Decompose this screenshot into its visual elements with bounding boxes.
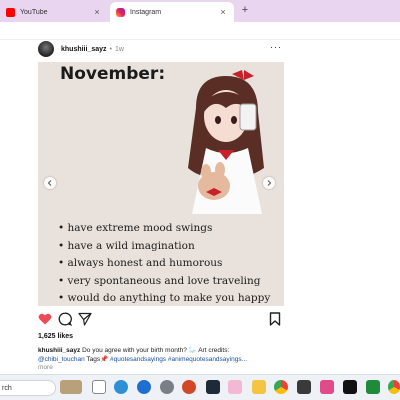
post-username[interactable]: khushiii_sayz (61, 46, 107, 53)
tab-label: Instagram (130, 8, 162, 16)
image-bullet-list: have extreme mood swings have a wild ima… (58, 220, 271, 306)
youtube-icon (6, 7, 15, 17)
likes-count[interactable]: 1,625 likes (38, 333, 73, 340)
game-icon[interactable] (228, 380, 242, 394)
share-icon[interactable] (78, 312, 92, 326)
app-icon[interactable] (206, 380, 220, 394)
tab-instagram[interactable]: Instagram × (110, 2, 234, 22)
new-tab-button[interactable]: + (238, 4, 252, 16)
task-view-icon[interactable] (92, 380, 106, 394)
instagram-icon (116, 7, 125, 17)
close-tab-icon[interactable]: × (218, 7, 228, 17)
address-bar-area (0, 22, 400, 40)
taskbar-search-label: rch (2, 384, 12, 392)
post-age[interactable]: 1w (115, 46, 124, 53)
bullet-item: have extreme mood swings (58, 220, 270, 238)
caption-mention[interactable]: @chibi_touchan (38, 356, 85, 363)
bullet-item: would do anything to make you happy (58, 290, 271, 306)
save-bookmark-icon[interactable] (268, 312, 282, 326)
chrome-icon[interactable] (274, 380, 288, 394)
like-heart-icon[interactable] (38, 312, 52, 326)
movie-icon[interactable] (320, 380, 334, 394)
taskbar-search[interactable]: rch (0, 380, 56, 396)
caption-text: Do you agree with your birth month? 🦢 Ar… (80, 347, 230, 354)
comment-icon[interactable] (58, 312, 72, 326)
carousel-next-button[interactable] (263, 177, 275, 189)
edge-icon[interactable] (137, 380, 151, 394)
bullet-item: very spontaneous and love traveling (58, 273, 270, 291)
tiktok-icon[interactable] (343, 380, 357, 394)
browser-tab-bar: YouTube × Instagram × + (0, 0, 400, 22)
chrome-profile-icon[interactable] (388, 380, 400, 394)
image-title: November: (60, 64, 166, 84)
carousel-prev-button[interactable] (44, 177, 56, 189)
avatar[interactable] (38, 41, 54, 57)
caption-more-link[interactable]: more (38, 364, 53, 371)
caption-tags-label: Tags📌 (84, 356, 111, 363)
powerpoint-icon[interactable] (182, 380, 196, 394)
more-options-icon[interactable]: ··· (270, 42, 282, 52)
taskbar: rch (0, 374, 400, 400)
anime-girl-illustration (188, 70, 264, 214)
paint-icon[interactable] (297, 380, 311, 394)
caption-username[interactable]: khushiii_sayz (38, 347, 80, 354)
settings-icon[interactable] (160, 380, 174, 394)
bullet-item: always honest and humorous (58, 255, 270, 273)
bullet-item: have a wild imagination (58, 238, 270, 256)
file-explorer-icon[interactable] (252, 380, 266, 394)
chevron-left-icon (47, 180, 52, 186)
chevron-right-icon (267, 180, 272, 186)
caption-hashtags[interactable]: #quotesandsayings #animequotesandsayings… (110, 356, 247, 363)
post-image[interactable]: November: have extreme mood swings have … (38, 62, 284, 306)
tab-youtube[interactable]: YouTube × (0, 2, 108, 22)
separator-dot: • (109, 45, 112, 53)
edge-icon[interactable] (114, 380, 128, 394)
post-header: khushiii_sayz • 1w ··· (38, 40, 284, 58)
post-caption: khushiii_sayz Do you agree with your bir… (38, 346, 286, 364)
pinned-photo-icon[interactable] (60, 380, 82, 394)
xbox-icon[interactable] (366, 380, 380, 394)
post-actions (38, 312, 284, 328)
tab-label: YouTube (20, 8, 48, 16)
close-tab-icon[interactable]: × (92, 7, 102, 17)
